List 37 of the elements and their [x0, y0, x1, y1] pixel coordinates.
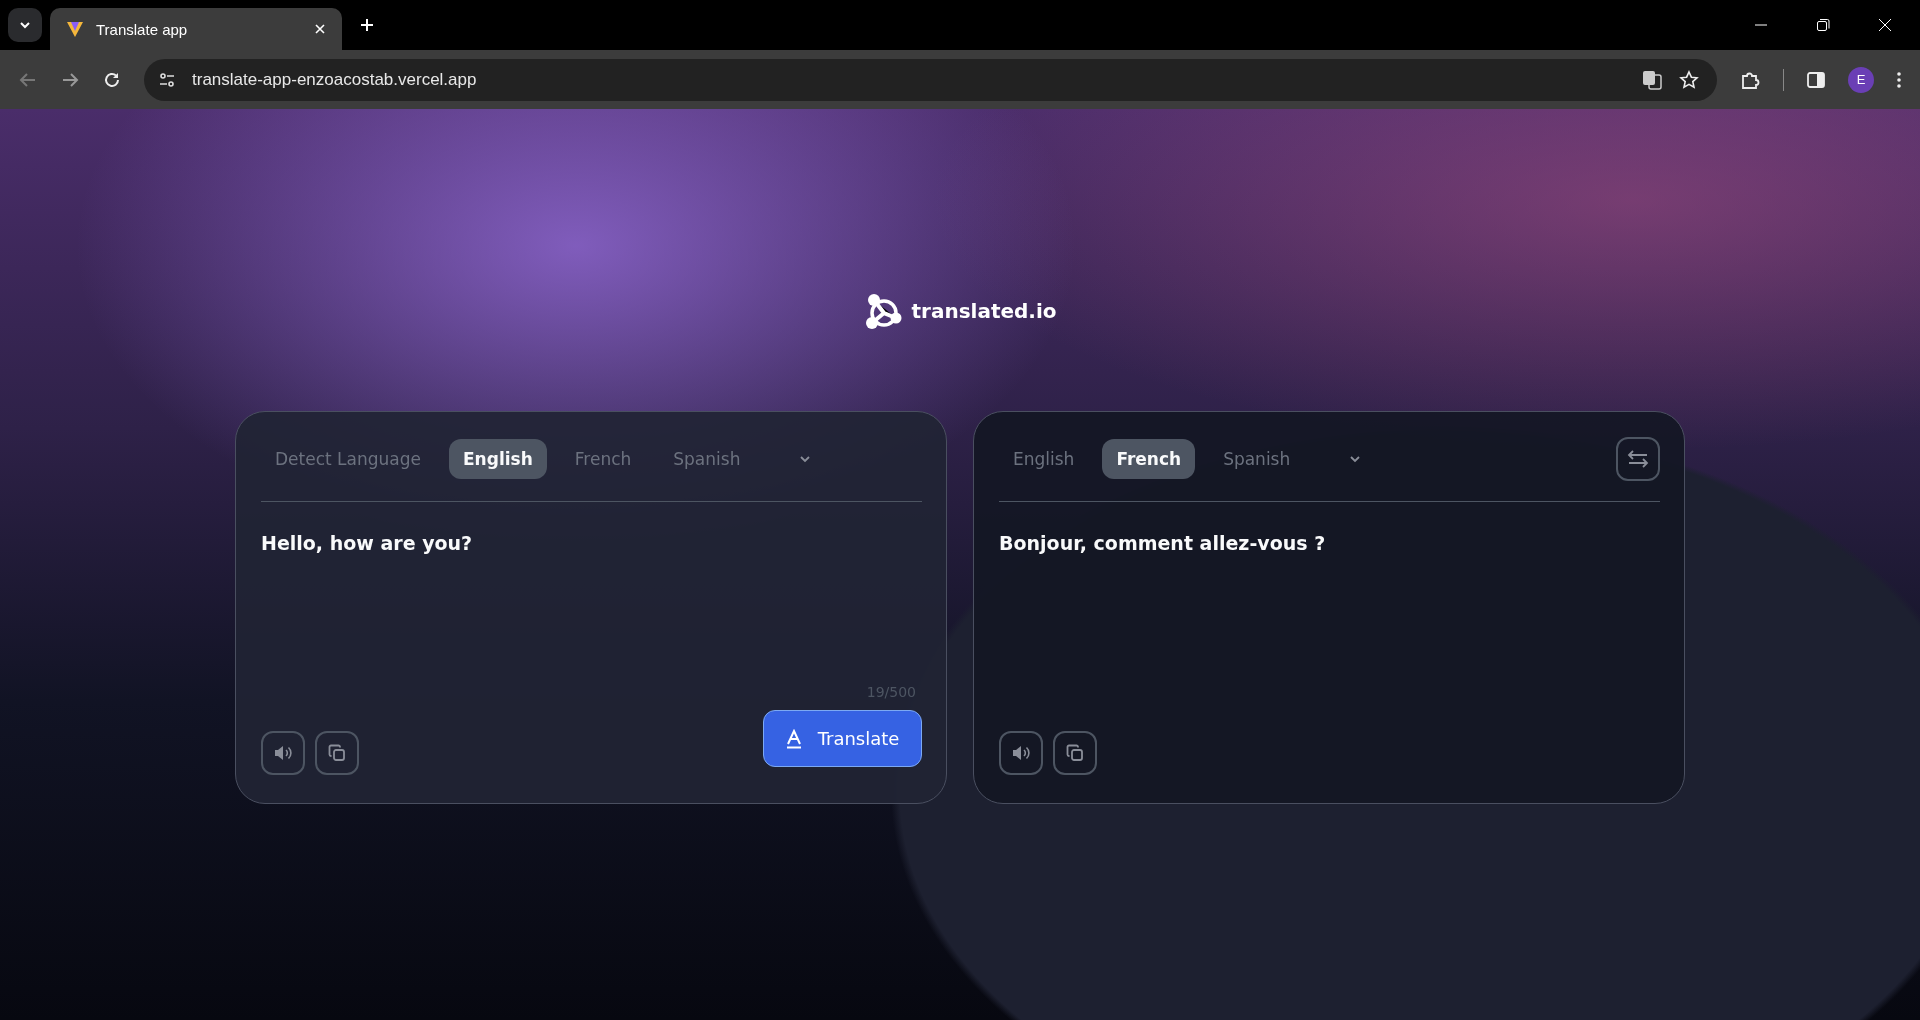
- logo-icon: [863, 291, 904, 331]
- translate-page-icon[interactable]: [1641, 68, 1663, 91]
- more-options-icon[interactable]: [1896, 69, 1902, 90]
- close-icon[interactable]: [1878, 18, 1892, 32]
- language-tab[interactable]: English: [999, 439, 1089, 479]
- swap-arrows-icon: [1626, 449, 1650, 469]
- text-format-icon: [785, 728, 802, 749]
- copy-button[interactable]: [315, 731, 359, 775]
- copy-button[interactable]: [1053, 731, 1097, 775]
- chevron-down-icon: [19, 19, 31, 31]
- copy-icon: [1066, 744, 1084, 762]
- speaker-button[interactable]: [261, 731, 305, 775]
- address-bar[interactable]: translate-app-enzoacostab.vercel.app: [144, 58, 1717, 101]
- browser-tab[interactable]: Translate app: [50, 8, 342, 50]
- side-panel-icon[interactable]: [1806, 69, 1826, 90]
- translation-text: Bonjour, comment allez-vous ?: [999, 532, 1327, 556]
- speaker-button[interactable]: [999, 731, 1043, 775]
- star-icon[interactable]: [1679, 69, 1699, 90]
- app-favicon-icon: [66, 20, 84, 38]
- swap-button[interactable]: [1616, 437, 1660, 481]
- close-icon[interactable]: [314, 23, 326, 35]
- input-field[interactable]: Hello, how are you?: [261, 532, 922, 684]
- new-tab-icon[interactable]: [360, 18, 374, 32]
- restore-icon[interactable]: [1816, 18, 1830, 32]
- speaker-icon: [273, 744, 293, 762]
- language-tab[interactable]: English: [449, 439, 547, 479]
- url-text: translate-app-enzoacostab.vercel.app: [192, 69, 477, 90]
- speaker-icon: [1011, 744, 1031, 762]
- copy-icon: [328, 744, 346, 762]
- translate-button[interactable]: Translate: [763, 710, 922, 767]
- language-tab[interactable]: French: [1102, 439, 1196, 479]
- logo-text: translated.io: [911, 299, 1057, 323]
- tab-search-button[interactable]: [8, 8, 42, 42]
- site-settings-icon[interactable]: [158, 70, 176, 89]
- tab-title: Translate app: [96, 20, 189, 38]
- profile-avatar[interactable]: E: [1848, 66, 1874, 93]
- language-tab[interactable]: Spanish: [1209, 439, 1305, 479]
